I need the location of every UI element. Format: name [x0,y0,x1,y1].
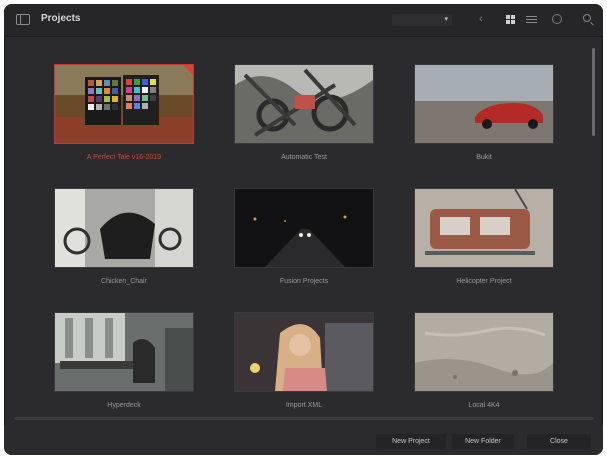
project-thumbnail[interactable] [234,64,374,144]
sidebar-toggle-icon[interactable] [16,14,30,25]
project-thumbnail[interactable] [414,312,554,392]
project-name: A Perfect Tale v16-2019 [86,154,162,161]
grid-view-icon[interactable] [506,15,516,24]
project-thumbnail-image [55,189,193,267]
close-button[interactable]: Close [527,434,591,449]
project-thumbnail-image [415,313,553,391]
search-icon[interactable] [583,14,591,22]
title-bar: Projects ▾ ‹ [4,4,603,37]
footer-bar: New Project New Folder Close [4,425,603,455]
project-thumbnail[interactable] [54,188,194,268]
project-name: Import XML [285,402,323,409]
project-thumbnail[interactable] [234,312,374,392]
project-thumbnail-image [235,65,373,143]
project-name: Fusion Projects [279,278,329,285]
project-thumbnail[interactable] [234,188,374,268]
selected-corner-marker [183,65,193,75]
project-thumbnail-image [55,65,193,143]
project-thumbnail-image [235,313,373,391]
chevron-down-icon: ▾ [444,16,448,23]
project-name: Local 4K4 [468,402,500,409]
horizontal-scrollbar[interactable] [14,417,594,420]
project-name: Hyperdeck [107,402,141,409]
chevron-left-icon[interactable]: ‹ [479,13,483,25]
project-name: Automatic Test [281,154,327,161]
page-title: Projects [41,13,81,24]
project-name: Bukit [476,154,492,161]
project-thumbnail-image [415,65,553,143]
project-grid: A Perfect Tale v16-2019 Automatic Test B… [4,37,603,409]
project-thumbnail[interactable] [54,64,194,144]
vertical-scrollbar[interactable] [592,48,595,136]
new-folder-button[interactable]: New Folder [452,434,514,449]
project-thumbnail-image [235,189,373,267]
project-name: Chicken_Chair [101,278,147,285]
list-view-icon[interactable] [526,15,537,24]
project-name: Helicopter Project [456,278,512,285]
info-icon[interactable] [552,14,562,24]
project-thumbnail-image [415,189,553,267]
sort-dropdown[interactable]: ▾ [392,14,452,26]
project-thumbnail[interactable] [414,188,554,268]
project-thumbnail-image [55,313,193,391]
project-thumbnail[interactable] [414,64,554,144]
project-manager-window: Projects ▾ ‹ A Perfect Tale v16-2019 Aut… [4,4,603,455]
project-thumbnail[interactable] [54,312,194,392]
new-project-button[interactable]: New Project [376,434,446,449]
